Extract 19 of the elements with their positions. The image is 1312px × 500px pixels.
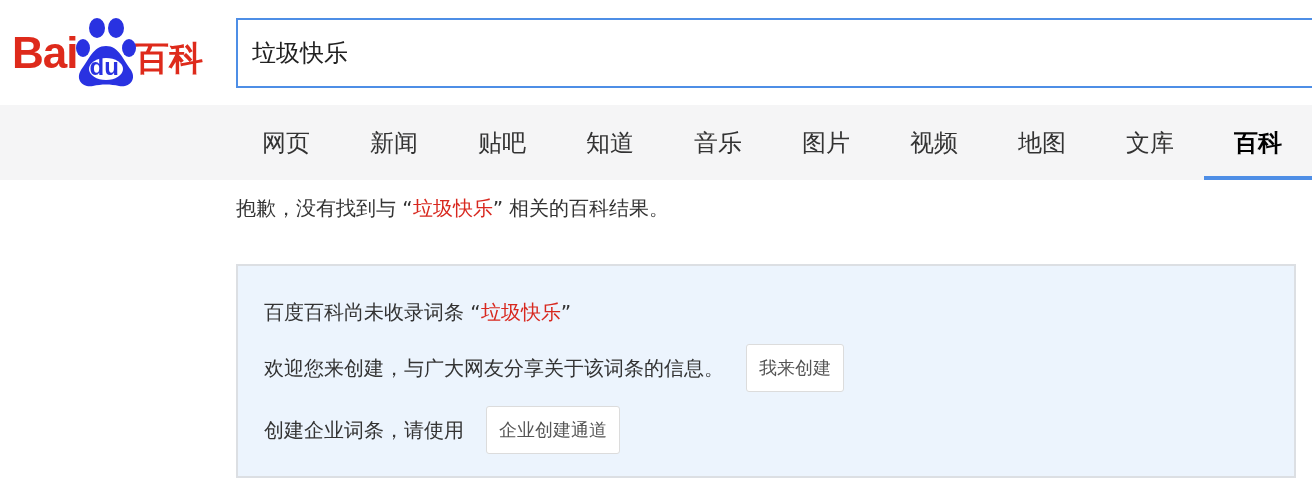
nav-tab[interactable]: 地图 — [988, 105, 1096, 180]
enterprise-text: 创建企业词条，请使用 — [264, 416, 464, 444]
invite-text: 欢迎您来创建，与广大网友分享关于该词条的信息。 — [264, 354, 724, 382]
notice-title: 百度百科尚未收录词条 “垃圾快乐” — [264, 298, 572, 326]
logo-text: Bai — [12, 30, 78, 75]
logo-text: 百科 — [135, 40, 204, 75]
search-field[interactable]: 垃圾快乐 — [236, 17, 1312, 88]
nav-tab[interactable]: 知道 — [556, 105, 664, 180]
nav-tab[interactable]: 图片 — [772, 105, 880, 180]
enterprise-create-button[interactable]: 企业创建通道 — [486, 406, 620, 454]
nav-tab[interactable]: 新闻 — [340, 105, 448, 180]
nav-tab[interactable]: 视频 — [880, 105, 988, 180]
create-button[interactable]: 我来创建 — [746, 344, 844, 392]
nav-tab[interactable]: 百科 — [1204, 105, 1312, 180]
nav-tab[interactable]: 贴吧 — [448, 105, 556, 180]
nav-tab[interactable]: 文库 — [1096, 105, 1204, 180]
nav-tab[interactable]: 音乐 — [664, 105, 772, 180]
no-results-message: 抱歉，没有找到与 “垃圾快乐” 相关的百科结果。 — [236, 195, 671, 222]
nav-tab[interactable]: 网页 — [232, 105, 340, 180]
